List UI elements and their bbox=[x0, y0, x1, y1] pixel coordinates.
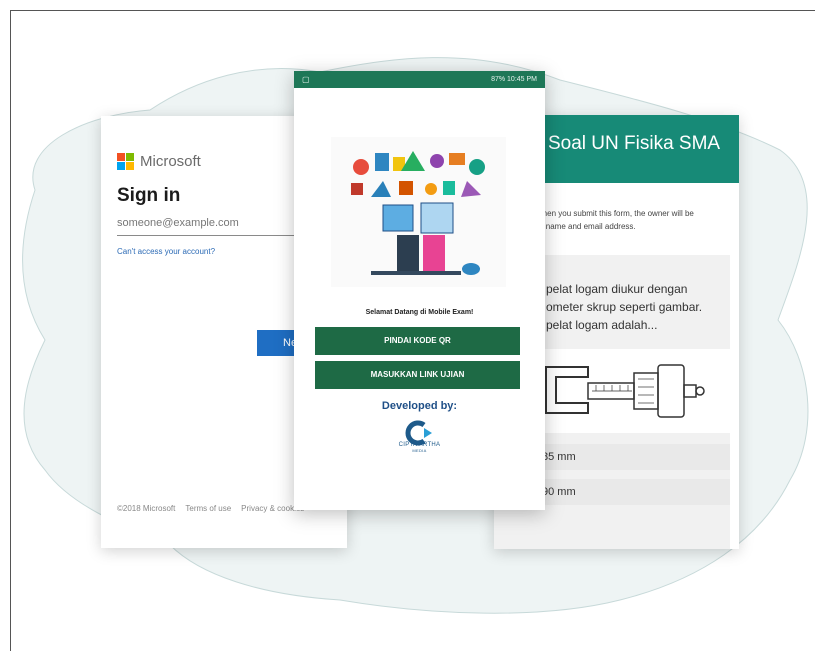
exam-illustration bbox=[331, 137, 506, 287]
status-bar-text: 87% 10:45 PM bbox=[491, 76, 537, 83]
question-line-2: ometer skrup seperti gambar. bbox=[546, 300, 703, 314]
question-line-3: pelat logam adalah... bbox=[546, 318, 658, 332]
scan-qr-button[interactable]: PINDAI KODE QR bbox=[315, 327, 520, 355]
signin-heading: Sign in bbox=[117, 185, 181, 206]
microsoft-logo-icon bbox=[117, 153, 134, 170]
microsoft-logo: Microsoft bbox=[117, 153, 201, 170]
company-name: CIPTA ARTHA MEDIA bbox=[294, 442, 545, 453]
form-title: Soal UN Fisika SMA bbox=[548, 133, 721, 154]
form-email-notice: a, when you submit this form, the owner … bbox=[528, 207, 734, 233]
micrometer-icon bbox=[545, 364, 705, 418]
developed-by-label: Developed by: bbox=[381, 400, 458, 412]
copyright-text: ©2018 Microsoft bbox=[117, 504, 176, 513]
enter-exam-link-button[interactable]: MASUKKAN LINK UJIAN bbox=[315, 361, 520, 389]
answer-option-2-label: 90 mm bbox=[542, 486, 576, 498]
mobile-exam-app: ▢ 87% 10:45 PM Selamat Datang di Mobile … bbox=[294, 71, 545, 510]
notice-line-2: your name and email address. bbox=[528, 222, 636, 231]
micrometer-image bbox=[528, 349, 730, 433]
welcome-text: Selamat Datang di Mobile Exam! bbox=[365, 309, 474, 316]
notification-icon: ▢ bbox=[302, 75, 310, 84]
microsoft-brand-text: Microsoft bbox=[140, 153, 201, 170]
answer-option-2[interactable]: 90 mm bbox=[528, 479, 730, 505]
cant-access-account-link[interactable]: Can't access your account? bbox=[117, 247, 215, 256]
status-bar: ▢ 87% 10:45 PM bbox=[294, 71, 545, 88]
answer-option-1-label: 85 mm bbox=[542, 451, 576, 463]
notice-line-1: a, when you submit this form, the owner … bbox=[528, 209, 694, 218]
terms-of-use-link[interactable]: Terms of use bbox=[185, 504, 231, 513]
question-line-1: pelat logam diukur dengan bbox=[546, 282, 688, 296]
question-text: pelat logam diukur dengan ometer skrup s… bbox=[546, 280, 702, 334]
company-name-sub: MEDIA bbox=[412, 448, 427, 453]
answer-option-1[interactable]: 85 mm bbox=[528, 444, 730, 470]
microsoft-footer: ©2018 Microsoft Terms of use Privacy & c… bbox=[117, 504, 304, 513]
